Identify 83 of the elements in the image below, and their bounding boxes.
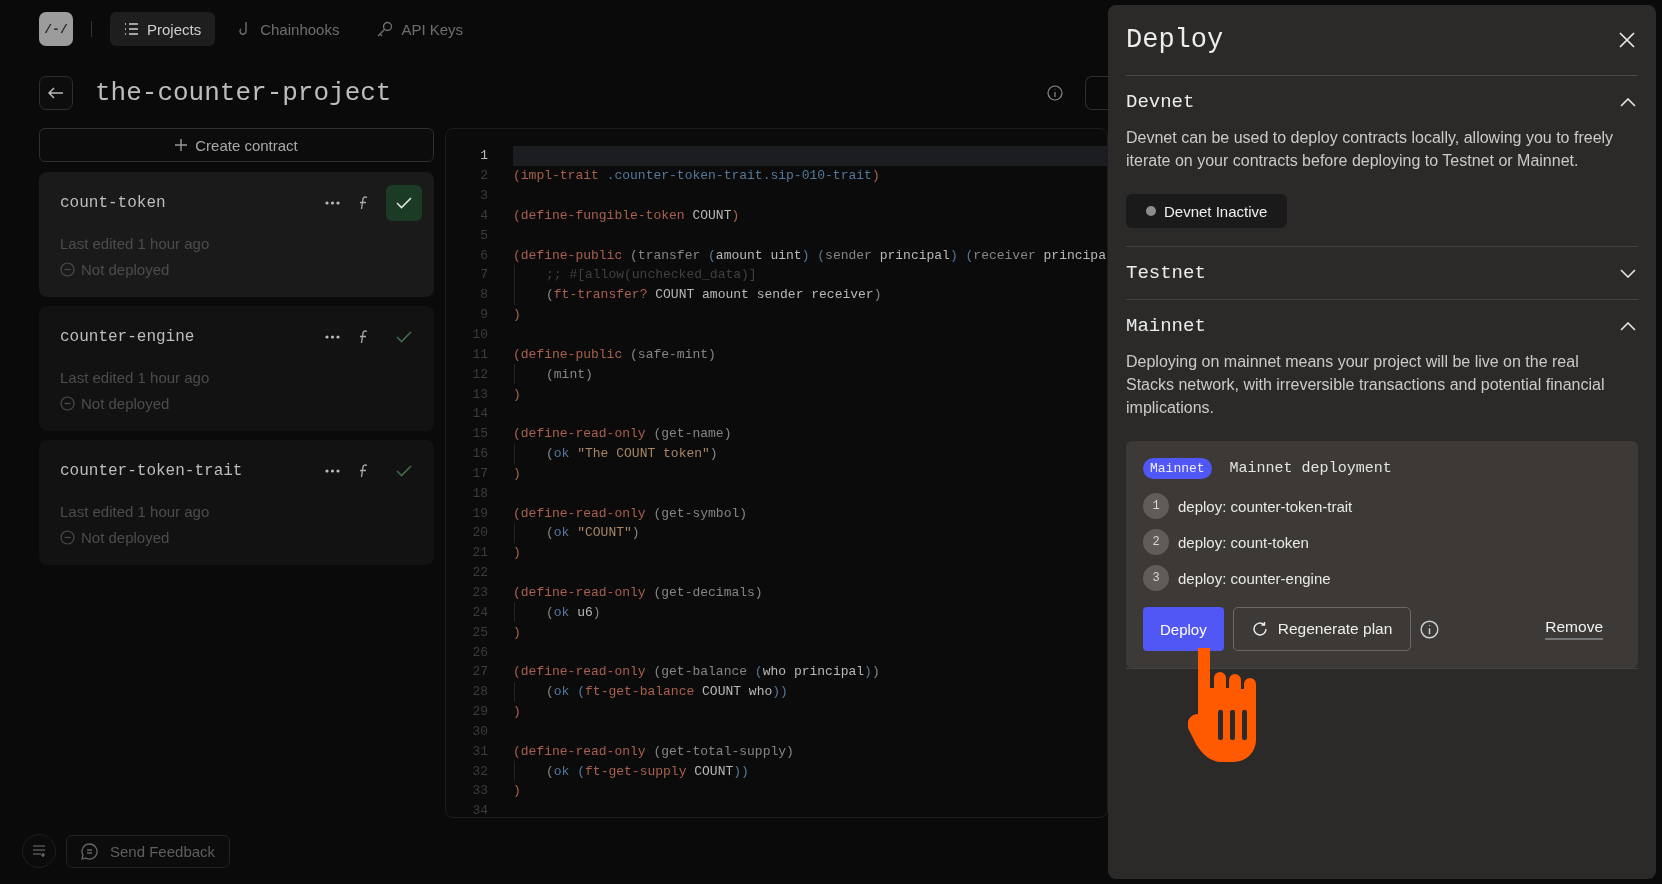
minus-circle-icon <box>60 530 75 545</box>
code-line: (define-read-only (get-total-supply) <box>513 742 795 761</box>
code-line: ) <box>513 703 522 722</box>
code-line: (define-read-only (get-balance (who principal)) <box>513 663 881 682</box>
nav-tab[interactable]: Chainhooks <box>225 12 354 46</box>
code-line: ) <box>513 544 522 563</box>
code-line: (ok "COUNT") <box>513 523 1107 543</box>
step-label: deploy: counter-token-trait <box>1178 497 1353 515</box>
contract-name: counter-engine <box>60 328 196 346</box>
code-line: (ok "The COUNT token") <box>513 443 1107 464</box>
more-icon[interactable] <box>325 469 340 473</box>
more-icon[interactable] <box>325 201 340 205</box>
plan-title: Mainnet deployment <box>1229 460 1392 477</box>
code-line: ) <box>513 623 522 642</box>
chat-bubble-icon <box>81 842 98 860</box>
section-description: Deploying on mainnet means your project will be live on the real Stacks network, with irreversible transactions and potential financial implications. <box>1126 352 1606 418</box>
code-line: (define-public (transfer (amount uint) (sender principal) (receiver principa <box>513 246 1107 265</box>
back-button[interactable] <box>39 76 73 110</box>
last-edited-text: Last edited 1 hour ago <box>60 369 211 386</box>
code-line: (define-read-only (get-name) <box>513 425 733 444</box>
key-icon <box>377 21 394 37</box>
list-icon <box>124 22 139 36</box>
deploy-status: Not deployed <box>81 395 170 412</box>
check-icon <box>396 197 412 209</box>
check-icon <box>396 331 412 343</box>
contract-card[interactable]: counter-token-trait Last edited 1 hour ago Not deployed <box>39 440 434 565</box>
check-button[interactable] <box>386 185 422 221</box>
function-icon[interactable] <box>358 330 368 344</box>
plus-icon <box>175 139 188 151</box>
last-edited-text: Last edited 1 hour ago <box>60 503 211 520</box>
line-number: 1 <box>479 148 488 164</box>
code-line: ) <box>513 782 522 801</box>
contract-name: counter-token-trait <box>60 462 244 480</box>
nav-tab[interactable]: Projects <box>110 12 216 46</box>
chevron-up-icon <box>1620 97 1636 107</box>
back-arrow-icon <box>48 87 64 99</box>
nav-tab[interactable]: API Keys <box>363 12 478 46</box>
minus-circle-icon <box>60 262 75 277</box>
check-icon <box>396 465 412 477</box>
project-title: the-counter-project <box>95 78 393 108</box>
deploy-status: Not deployed <box>81 529 170 546</box>
code-line: (ft-transfer? COUNT amount sender receiver) <box>513 284 1107 305</box>
chevron-up-icon <box>1620 321 1636 331</box>
code-line: (ok (ft-get-balance COUNT who)) <box>513 681 1107 702</box>
function-icon[interactable] <box>358 196 368 210</box>
step-label: deploy: count-token <box>1178 533 1309 551</box>
step-number: 1 <box>1143 493 1169 519</box>
remove-link[interactable]: Remove <box>1545 618 1603 640</box>
chevron-down-icon <box>1620 268 1636 278</box>
create-contract-button[interactable]: Create contract <box>39 128 434 162</box>
code-line: ) <box>513 464 522 483</box>
code-line: (define-read-only (get-decimals) <box>513 584 764 602</box>
step-number: 2 <box>1143 529 1169 555</box>
drawer-title: Deploy <box>1126 25 1224 55</box>
step-number: 3 <box>1143 565 1169 591</box>
code-line: ) <box>513 385 522 404</box>
section-description: Devnet can be used to deploy contracts locally, allowing you to freely iterate on your contracts before deploying to Testnet or Mainnet. <box>1126 128 1615 171</box>
code-line: (mint) <box>513 364 1107 385</box>
code-line: (impl-trait .counter-token-trait.sip-010-trait) <box>513 167 881 186</box>
contract-card[interactable]: counter-engine Last edited 1 hour ago Not deployed <box>39 306 434 431</box>
code-line: ) <box>513 306 522 325</box>
accordion-header[interactable]: Devnet <box>1126 76 1638 128</box>
function-icon[interactable] <box>358 464 368 478</box>
code-line: (define-fungible-token COUNT) <box>513 206 741 225</box>
code-line: (ok u6) <box>513 602 1107 623</box>
code-line: (ok (ft-get-supply COUNT)) <box>513 761 1107 781</box>
app-logo[interactable]: /-/ <box>39 12 73 46</box>
accordion-header[interactable]: Testnet <box>1126 247 1638 299</box>
regenerate-plan-button[interactable]: Regenerate plan <box>1232 607 1412 651</box>
refresh-icon <box>1251 621 1268 637</box>
more-icon[interactable] <box>325 335 340 339</box>
info-icon[interactable] <box>1047 85 1063 101</box>
minus-circle-icon <box>60 396 75 411</box>
step-label: deploy: counter-engine <box>1178 569 1331 587</box>
network-tag: Mainnet <box>1143 458 1212 479</box>
devnet-status-badge[interactable]: Devnet Inactive <box>1126 194 1288 228</box>
info-icon[interactable] <box>1420 619 1440 639</box>
deploy-button[interactable]: Deploy <box>1143 607 1224 651</box>
list-add-icon <box>32 845 46 857</box>
contract-name: count-token <box>60 194 167 212</box>
code-line: (define-public (safe-mint) <box>513 345 717 364</box>
code-line: (define-read-only (get-symbol) <box>513 504 749 523</box>
accordion-header[interactable]: Mainnet <box>1126 300 1638 352</box>
